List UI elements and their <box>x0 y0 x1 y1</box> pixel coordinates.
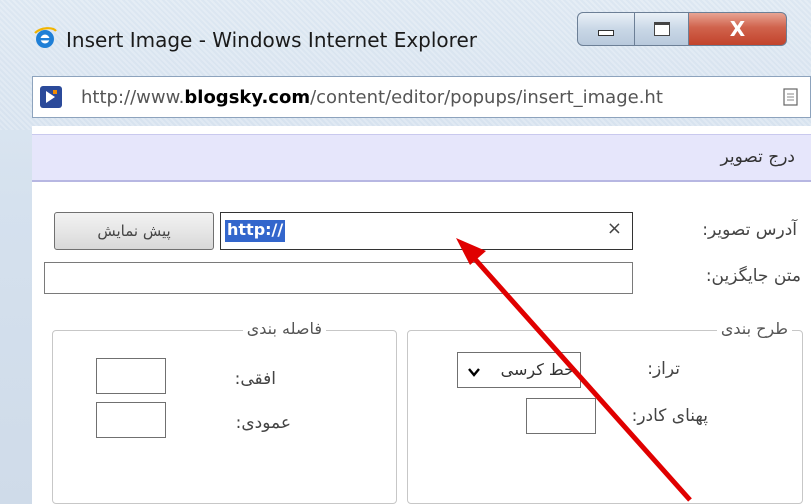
horizontal-spacing-label: افقی: <box>234 369 276 389</box>
close-button[interactable]: X <box>689 12 787 46</box>
horizontal-spacing-input[interactable] <box>96 358 166 394</box>
address-bar[interactable]: http://www.blogsky.com/content/editor/po… <box>32 76 811 118</box>
dialog-header: درج تصویر <box>32 134 811 182</box>
vertical-spacing-label: عمودی: <box>235 413 291 433</box>
layout-group-title: طرح بندی <box>716 319 792 338</box>
minimize-icon <box>598 30 614 36</box>
caption-buttons: X <box>577 12 787 46</box>
url-prefix: http://www. <box>81 87 185 108</box>
vertical-spacing-input[interactable] <box>96 402 166 438</box>
url-path: /content/editor/popups/insert_image.ht <box>310 87 663 108</box>
browser-window: Insert Image - Windows Internet Explorer… <box>0 0 811 504</box>
align-select[interactable]: خط کرسی <box>457 352 581 388</box>
image-address-label: آدرس تصویر: <box>702 220 797 240</box>
alt-text-label: متن جایگزین: <box>705 266 801 286</box>
align-select-value: خط کرسی <box>500 360 574 379</box>
ie-logo-icon <box>34 27 57 48</box>
minimize-button[interactable] <box>577 12 635 46</box>
window-title: Insert Image - Windows Internet Explorer <box>66 28 477 52</box>
preview-button[interactable]: پیش نمایش <box>54 212 214 250</box>
close-icon: X <box>729 17 746 41</box>
page-icon[interactable] <box>782 87 800 107</box>
chevron-down-icon <box>468 368 480 377</box>
site-icon <box>40 86 62 108</box>
alt-text-input[interactable] <box>44 262 633 294</box>
maximize-button[interactable] <box>635 12 689 46</box>
title-bar[interactable]: Insert Image - Windows Internet Explorer… <box>0 0 811 60</box>
image-address-value: http:// <box>225 220 286 242</box>
clear-icon[interactable]: × <box>607 218 622 239</box>
spacing-group-title: فاصله بندی <box>242 319 326 338</box>
url-host: blogsky.com <box>184 87 311 108</box>
maximize-icon <box>653 22 670 36</box>
image-address-input[interactable]: http:// × <box>220 212 633 250</box>
border-width-label: پهنای کادر: <box>631 406 708 426</box>
dialog-title: درج تصویر <box>720 147 795 167</box>
align-label: تراز: <box>647 359 680 379</box>
dialog-content: درج تصویر آدرس تصویر: http:// × پیش نمای… <box>32 126 811 504</box>
border-width-input[interactable] <box>526 398 596 434</box>
address-url: http://www.blogsky.com/content/editor/po… <box>81 87 663 108</box>
